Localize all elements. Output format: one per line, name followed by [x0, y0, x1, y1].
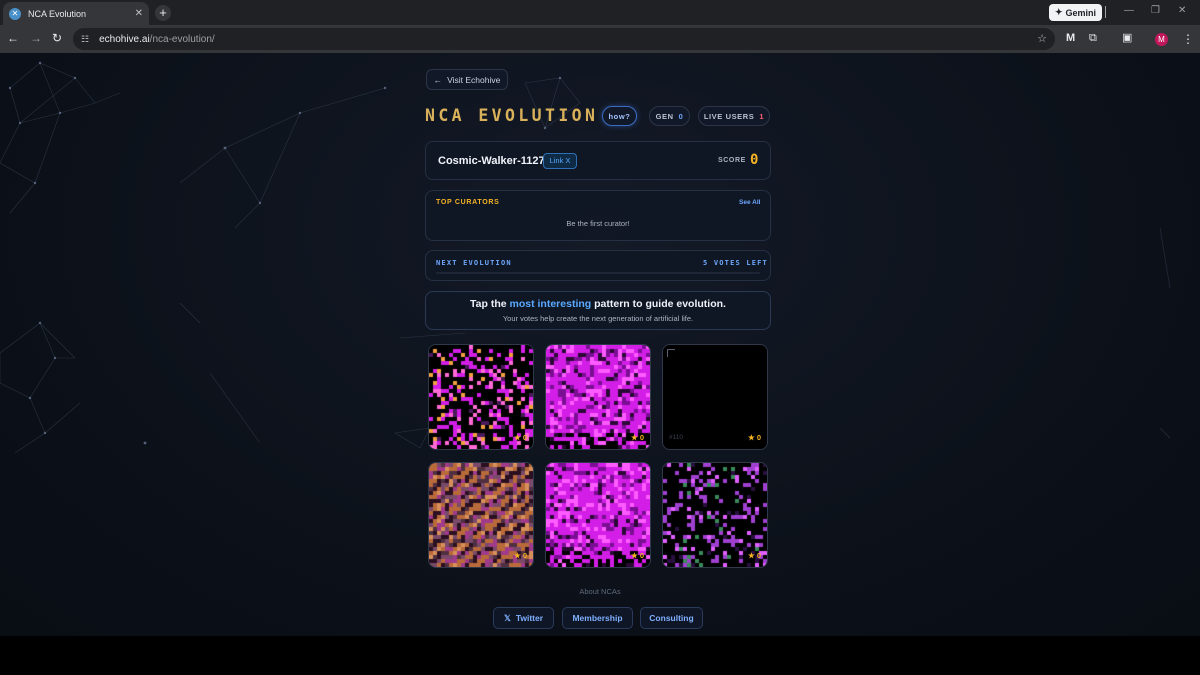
see-all-link[interactable]: See All — [739, 199, 760, 206]
pattern-tile[interactable]: ★ 0 — [428, 344, 534, 450]
browser-toolbar: ← → ↻ ☷ echohive.ai /nca-evolution/ ☆ M … — [0, 25, 1200, 53]
pattern-tile[interactable]: #110 ★ 0 — [662, 344, 768, 450]
window-close-icon[interactable]: ✕ — [1178, 5, 1186, 16]
browser-menu-icon[interactable]: ⋮ — [1182, 32, 1194, 46]
evolution-progress-bar — [436, 272, 760, 274]
site-info-icon[interactable]: ☷ — [81, 34, 89, 45]
restore-icon[interactable]: ❐ — [1151, 5, 1160, 16]
instructions-heading: Tap the most interesting pattern to guid… — [426, 298, 770, 310]
link-x-button[interactable]: Link X — [543, 153, 577, 169]
pattern-star-count: ★ 0 — [631, 433, 644, 442]
tab-close-icon[interactable]: ✕ — [135, 8, 143, 19]
extension-m-icon[interactable]: M — [1066, 32, 1075, 44]
live-users-value: 1 — [759, 111, 765, 121]
minimize-icon[interactable]: — — [1124, 5, 1134, 16]
bookmark-star-icon[interactable]: ☆ — [1037, 32, 1047, 45]
user-card: Cosmic-Walker-1127 Link X SCORE 0 — [425, 141, 771, 180]
instructions-pre: Tap the — [470, 298, 510, 310]
pattern-star-count: ★ 0 — [514, 551, 527, 560]
username: Cosmic-Walker-1127 — [438, 155, 545, 167]
tab-title: NCA Evolution — [28, 8, 87, 19]
pattern-id: #110 — [669, 434, 683, 441]
url-path: /nca-evolution/ — [149, 33, 215, 45]
corner-mark-icon — [667, 349, 675, 357]
consulting-button[interactable]: Consulting — [640, 607, 703, 629]
instructions-panel: Tap the most interesting pattern to guid… — [425, 291, 771, 330]
sparkle-icon: ✦ — [1055, 7, 1063, 17]
pattern-tile[interactable]: ★ 0 — [662, 462, 768, 568]
pattern-star-count: ★ 0 — [631, 551, 644, 560]
gen-label: GEN — [655, 111, 674, 121]
twitter-label: Twitter — [515, 613, 544, 623]
gemini-label: Gemini — [1065, 7, 1097, 18]
membership-button[interactable]: Membership — [562, 607, 633, 629]
about-ncas-link[interactable]: About NCAs — [0, 587, 1200, 596]
instructions-post: pattern to guide evolution. — [591, 298, 726, 310]
twitter-button[interactable]: 𝕏 Twitter — [493, 607, 554, 629]
x-logo-icon: 𝕏 — [503, 612, 511, 623]
taskbar-area — [0, 636, 1200, 675]
browser-tab[interactable]: ✕ NCA Evolution ✕ — [3, 2, 149, 25]
next-evolution-panel: NEXT EVOLUTION 5 VOTES LEFT — [425, 250, 771, 281]
pattern-star-count: ★ 0 — [748, 551, 761, 560]
instructions-highlight: most interesting — [509, 298, 592, 310]
pattern-star-count: ★ 0 — [748, 433, 761, 442]
next-evolution-label: NEXT EVOLUTION — [436, 259, 512, 267]
score-label: SCORE — [718, 157, 746, 164]
curators-empty-text: Be the first curator! — [566, 219, 630, 228]
new-tab-button[interactable]: + — [155, 5, 171, 21]
media-controls-icon[interactable]: ▣ — [1122, 32, 1132, 44]
top-curators-panel: TOP CURATORS See All Be the first curato… — [425, 190, 771, 241]
address-bar[interactable]: ☷ echohive.ai /nca-evolution/ ☆ — [73, 28, 1055, 50]
url-host: echohive.ai — [99, 33, 150, 45]
pattern-tile[interactable]: ★ 0 — [428, 462, 534, 568]
how-button[interactable]: how? — [602, 106, 637, 126]
toolbar-divider — [1105, 6, 1106, 18]
arrow-left-icon: ← — [433, 74, 443, 85]
pattern-star-count: ★ 0 — [514, 433, 527, 442]
pattern-tile[interactable]: ★ 0 — [545, 344, 651, 450]
back-icon[interactable]: ← — [7, 31, 19, 45]
browser-tabstrip: ✕ NCA Evolution ✕ + ✦ Gemini — ❐ ✕ — [0, 0, 1200, 25]
visit-echohive-label: Visit Echohive — [447, 74, 501, 85]
top-curators-title: TOP CURATORS — [436, 199, 500, 206]
gemini-button[interactable]: ✦ Gemini — [1049, 4, 1103, 21]
pattern-tile[interactable]: ★ 0 — [545, 462, 651, 568]
score-value: 0 — [750, 152, 759, 168]
votes-left-label: 5 VOTES LEFT — [703, 259, 768, 267]
reload-icon[interactable]: ↻ — [52, 31, 62, 45]
generation-badge: GEN 0 — [649, 106, 690, 126]
tab-favicon-icon: ✕ — [9, 7, 21, 20]
live-users-label: LIVE USERS — [703, 111, 755, 121]
gen-value: 0 — [678, 111, 684, 121]
visit-echohive-button[interactable]: ← Visit Echohive — [426, 69, 508, 90]
live-users-badge: LIVE USERS 1 — [698, 106, 770, 126]
page-title: NCA EVOLUTION — [425, 106, 599, 125]
forward-icon[interactable]: → — [30, 31, 42, 45]
page-viewport: ← Visit Echohive NCA EVOLUTION how? GEN … — [0, 53, 1200, 636]
instructions-subtext: Your votes help create the next generati… — [502, 314, 694, 323]
profile-avatar[interactable]: M — [1155, 33, 1168, 46]
extensions-puzzle-icon[interactable]: ⧉ — [1089, 32, 1097, 44]
